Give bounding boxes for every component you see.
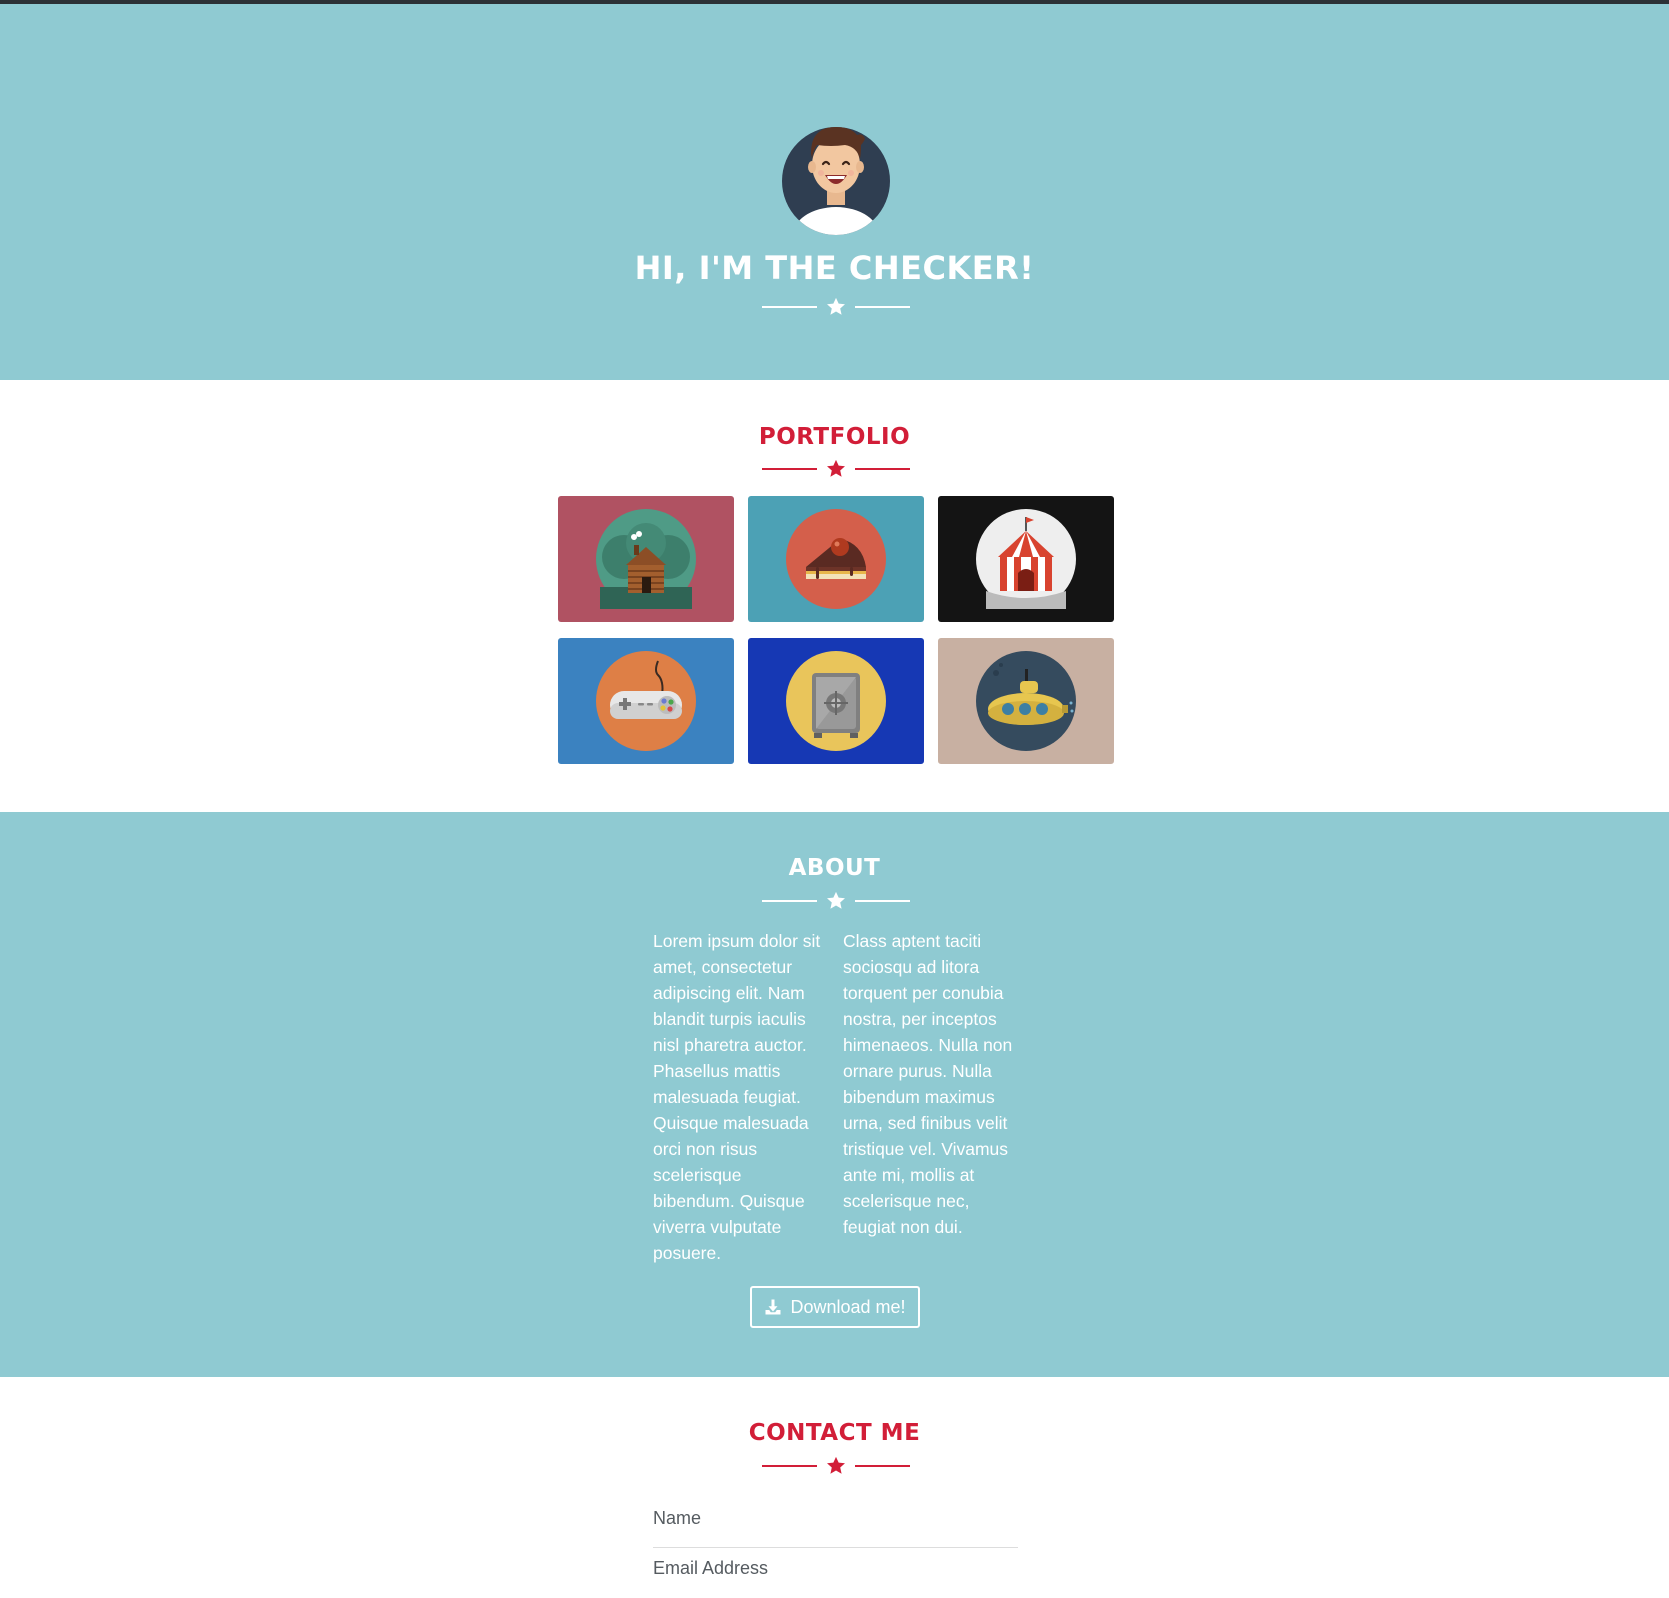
portfolio-item-cabin[interactable]	[558, 496, 734, 622]
about-divider	[762, 890, 910, 912]
hero-section: HI, I'M THE CHECKER!	[0, 4, 1669, 380]
name-field-label: Name	[653, 1508, 702, 1528]
email-field-label: Email Address	[653, 1558, 769, 1578]
portfolio-item-circus-tent[interactable]	[938, 496, 1114, 622]
about-text-right: Class aptent taciti sociosqu ad litora t…	[843, 931, 1013, 1237]
contact-section: CONTACT ME Name Email Address	[0, 1377, 1669, 1582]
download-icon	[765, 1299, 781, 1315]
divider-line	[855, 306, 910, 308]
download-button[interactable]: Download me!	[750, 1286, 920, 1328]
safe-icon	[786, 651, 886, 751]
divider-line	[762, 468, 817, 470]
portfolio-title: PORTFOLIO	[758, 424, 911, 450]
about-section: ABOUT Lorem ipsum dolor sit amet, consec…	[0, 812, 1669, 1377]
avatar	[782, 127, 890, 235]
email-field[interactable]: Email Address	[653, 1558, 1018, 1598]
contact-divider	[762, 1455, 910, 1477]
divider-line	[855, 900, 910, 902]
divider-line	[762, 1465, 817, 1467]
about-title: ABOUT	[788, 855, 881, 881]
portfolio-item-game-controller[interactable]	[558, 638, 734, 764]
contact-title: CONTACT ME	[748, 1420, 921, 1446]
field-underline	[653, 1547, 1018, 1548]
divider-line	[855, 468, 910, 470]
portfolio-section: PORTFOLIO	[0, 380, 1669, 812]
download-button-label: Download me!	[790, 1296, 906, 1317]
divider-line	[762, 306, 817, 308]
portfolio-divider	[762, 458, 910, 480]
star-icon	[827, 1456, 845, 1474]
submarine-icon	[976, 651, 1076, 751]
game-controller-icon	[596, 651, 696, 751]
hero-title: HI, I'M THE CHECKER!	[634, 249, 1035, 287]
star-icon	[827, 297, 845, 315]
star-icon	[827, 459, 845, 477]
portfolio-item-submarine[interactable]	[938, 638, 1114, 764]
name-field[interactable]: Name	[653, 1508, 1018, 1548]
hero-divider	[762, 296, 910, 318]
divider-line	[762, 900, 817, 902]
star-icon	[827, 891, 845, 909]
portfolio-item-cake[interactable]	[748, 496, 924, 622]
about-text-left: Lorem ipsum dolor sit amet, consectetur …	[653, 931, 821, 1263]
cake-icon	[786, 509, 886, 609]
cabin-icon	[596, 509, 696, 609]
circus-tent-icon	[976, 509, 1076, 609]
portfolio-item-safe[interactable]	[748, 638, 924, 764]
divider-line	[855, 1465, 910, 1467]
